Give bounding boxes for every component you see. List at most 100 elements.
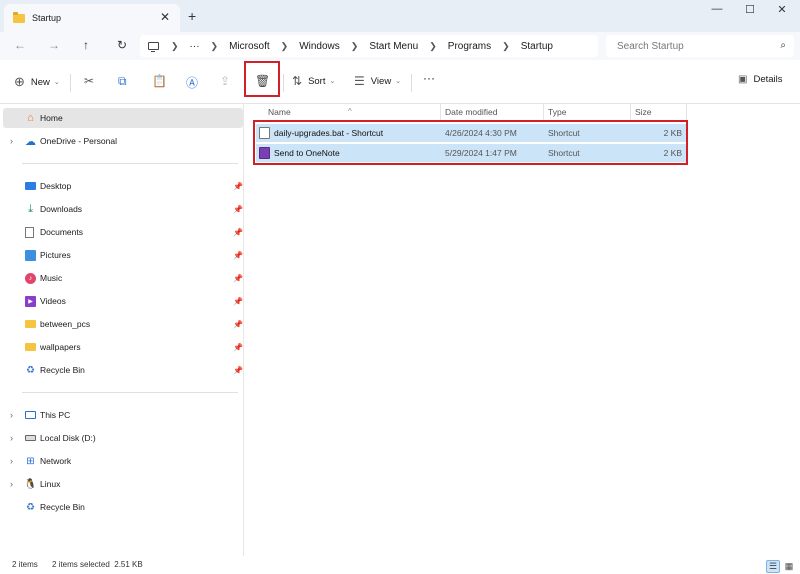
- sidebar-item-downloads[interactable]: ⤓ Downloads 📌: [0, 199, 243, 219]
- new-tab-button[interactable]: +: [188, 8, 196, 24]
- breadcrumb[interactable]: ❯ ··· ❯ Microsoft ❯ Windows ❯ Start Menu…: [140, 35, 598, 57]
- sidebar-item-recycle-bin[interactable]: ♻ Recycle Bin 📌: [0, 360, 243, 380]
- sidebar-item-documents[interactable]: Documents 📌: [0, 222, 243, 242]
- chevron-right-icon: ❯: [429, 40, 437, 51]
- copy-icon[interactable]: ⧉: [118, 74, 127, 89]
- sidebar-item-label: This PC: [40, 410, 71, 420]
- sidebar-item-music[interactable]: ♪ Music 📌: [0, 268, 243, 288]
- sidebar-item-network[interactable]: › ⊞ Network: [0, 451, 243, 471]
- sidebar-item-between-pcs[interactable]: between_pcs 📌: [0, 314, 243, 334]
- pin-icon[interactable]: 📌: [233, 320, 243, 329]
- recycle-bin-icon: ♻: [26, 364, 35, 376]
- details-view-icon[interactable]: ☰: [766, 560, 780, 573]
- sort-button[interactable]: ⇅ Sort ⌄: [292, 74, 335, 88]
- column-divider[interactable]: [440, 104, 441, 121]
- sort-label: Sort: [308, 75, 326, 87]
- tab-startup[interactable]: Startup ✕: [4, 4, 180, 32]
- sidebar-item-onedrive[interactable]: › ☁ OneDrive - Personal: [0, 131, 243, 151]
- pin-icon[interactable]: 📌: [233, 228, 243, 237]
- chevron-right-icon[interactable]: ›: [10, 136, 13, 146]
- breadcrumb-item[interactable]: Startup: [521, 41, 553, 52]
- toolbar-divider: [411, 74, 412, 92]
- pin-icon[interactable]: 📌: [233, 274, 243, 283]
- sidebar-item-label: Downloads: [40, 204, 83, 214]
- computer-icon: [25, 411, 36, 419]
- sidebar-item-label: Recycle Bin: [40, 365, 85, 375]
- chevron-right-icon[interactable]: ›: [10, 456, 13, 466]
- sidebar-item-label: Documents: [40, 227, 83, 237]
- sidebar-item-label: Pictures: [40, 250, 71, 260]
- sidebar-item-label: Music: [40, 273, 63, 283]
- pin-icon[interactable]: 📌: [233, 182, 243, 191]
- chevron-right-icon: ❯: [502, 40, 510, 51]
- breadcrumb-item[interactable]: Programs: [448, 41, 491, 52]
- pin-icon[interactable]: 📌: [233, 297, 243, 306]
- sidebar-item-this-pc[interactable]: › This PC: [0, 405, 243, 425]
- pin-icon[interactable]: 📌: [233, 366, 243, 375]
- pin-icon[interactable]: 📌: [233, 251, 243, 260]
- breadcrumb-item[interactable]: Windows: [299, 41, 340, 52]
- sidebar-item-label: Recycle Bin: [40, 502, 85, 512]
- sidebar-item-label: wallpapers: [40, 342, 81, 352]
- network-icon: ⊞: [26, 455, 35, 467]
- close-window-button[interactable]: ✕: [770, 3, 794, 16]
- address-row: ← → ↑ ↻ ❯ ··· ❯ Microsoft ❯ Windows ❯ St…: [0, 32, 800, 60]
- up-arrow-icon[interactable]: ↑: [83, 38, 89, 52]
- sidebar-item-label: Desktop: [40, 181, 72, 191]
- sidebar-item-recycle-bin-2[interactable]: ♻ Recycle Bin: [0, 497, 243, 517]
- computer-icon: [148, 42, 159, 53]
- chevron-right-icon[interactable]: ›: [10, 433, 13, 443]
- more-options-button[interactable]: ···: [423, 71, 435, 85]
- column-divider[interactable]: [630, 104, 631, 121]
- close-tab-icon[interactable]: ✕: [160, 10, 170, 24]
- details-button[interactable]: ▣ Details: [738, 74, 783, 85]
- sidebar-item-label: OneDrive - Personal: [40, 136, 118, 146]
- breadcrumb-item[interactable]: Start Menu: [369, 41, 418, 52]
- breadcrumb-more[interactable]: ···: [190, 41, 200, 52]
- column-divider[interactable]: [543, 104, 544, 121]
- recycle-bin-icon: ♻: [26, 501, 35, 513]
- cut-icon[interactable]: ✂: [84, 74, 94, 88]
- forward-arrow-icon[interactable]: →: [48, 38, 60, 52]
- rename-icon[interactable]: Ⓐ: [186, 74, 198, 91]
- pin-icon[interactable]: 📌: [233, 343, 243, 352]
- chevron-right-icon[interactable]: ›: [10, 479, 13, 489]
- sidebar-item-label: Network: [40, 456, 72, 466]
- back-arrow-icon[interactable]: ←: [14, 38, 26, 52]
- column-divider[interactable]: [686, 104, 687, 121]
- column-type[interactable]: Type: [548, 107, 566, 117]
- column-size[interactable]: Size: [635, 107, 652, 117]
- home-icon: ⌂: [27, 112, 34, 124]
- share-icon[interactable]: ⇪: [220, 74, 230, 88]
- maximize-button[interactable]: ☐: [738, 3, 762, 16]
- sidebar-item-home[interactable]: ⌂ Home: [3, 108, 243, 128]
- tiles-view-icon[interactable]: ▦: [782, 560, 796, 573]
- view-button[interactable]: ☰ View ⌄: [354, 74, 401, 88]
- column-name[interactable]: Name: [268, 107, 291, 117]
- column-date-modified[interactable]: Date modified: [445, 107, 497, 117]
- pin-icon[interactable]: 📌: [233, 205, 243, 214]
- command-bar: ⊕ New ⌄ ✂ ⧉ 📋 Ⓐ ⇪ 🗑 ⇅ Sort ⌄ ☰ View ⌄ ··…: [0, 60, 800, 104]
- search-input[interactable]: Search Startup ⌕: [606, 35, 794, 57]
- sidebar-item-videos[interactable]: ▶ Videos 📌: [0, 291, 243, 311]
- refresh-icon[interactable]: ↻: [117, 38, 127, 52]
- sidebar-item-desktop[interactable]: Desktop 📌: [0, 176, 243, 196]
- selection-info: 2 items selected 2.51 KB: [52, 560, 143, 569]
- paste-icon[interactable]: 📋: [152, 74, 167, 88]
- search-icon: ⌕: [780, 40, 786, 51]
- pictures-icon: [25, 249, 36, 261]
- sidebar-item-label: Linux: [40, 479, 61, 489]
- sidebar-item-pictures[interactable]: Pictures 📌: [0, 245, 243, 265]
- sidebar-item-local-disk[interactable]: › Local Disk (D:): [0, 428, 243, 448]
- sidebar-item-label: Videos: [40, 296, 66, 306]
- chevron-right-icon[interactable]: ›: [10, 410, 13, 420]
- new-button[interactable]: ⊕ New ⌄: [14, 74, 60, 90]
- sort-ascending-icon: ^: [348, 107, 352, 116]
- navigation-pane: ⌂ Home › ☁ OneDrive - Personal Desktop 📌…: [0, 104, 244, 556]
- breadcrumb-item[interactable]: Microsoft: [229, 41, 270, 52]
- sidebar-item-wallpapers[interactable]: wallpapers 📌: [0, 337, 243, 357]
- minimize-button[interactable]: —: [705, 3, 729, 15]
- chevron-right-icon: ❯: [171, 40, 179, 51]
- sidebar-item-linux[interactable]: › 🐧 Linux: [0, 474, 243, 494]
- sidebar-item-label: Home: [40, 113, 63, 123]
